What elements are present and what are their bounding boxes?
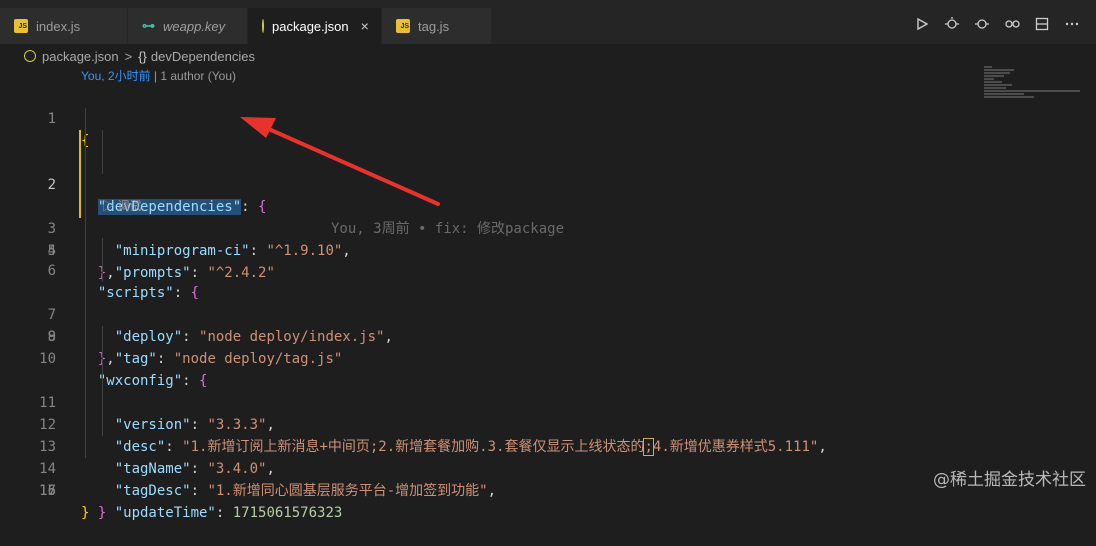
- line-number: 17: [39, 483, 56, 499]
- code-line: 15 "updateTime": 1715061576323: [0, 414, 1096, 521]
- code-line: 7 "deploy": "node deploy/index.js",: [0, 238, 1096, 345]
- indent-guide: [85, 282, 86, 304]
- tab-label: package.json: [272, 18, 349, 34]
- json-file-icon: [24, 50, 36, 62]
- debug-codelens: ▷ 调试: [0, 196, 1096, 216]
- minimap-line: [984, 75, 1004, 77]
- code-token: }: [81, 505, 90, 521]
- indent-guide: [102, 130, 103, 152]
- git-codelens: You, 2小时前 | 1 author (You): [81, 67, 236, 84]
- indent-guide: [102, 260, 103, 282]
- split-editor-icon[interactable]: [1034, 17, 1050, 35]
- circle-dot-icon[interactable]: [974, 17, 990, 35]
- js-file-icon: [14, 19, 28, 33]
- code-line: 6 "scripts": {: [0, 216, 1096, 301]
- more-icon[interactable]: [1064, 17, 1080, 35]
- editor-actions: [914, 8, 1096, 44]
- indent-guide: [85, 108, 86, 130]
- indent-guide: [102, 414, 103, 436]
- minimap-line: [984, 69, 1014, 71]
- codelens-authors[interactable]: | 1 author (You): [151, 69, 236, 83]
- code-line: 17 }: [0, 458, 1096, 521]
- indent-guide: [85, 174, 86, 196]
- code-line: 12 "desc": "1.新增订阅上新消息+中间页;2.新增套餐加购.3.套餐…: [0, 348, 1096, 456]
- key-icon: ⊶: [142, 18, 155, 33]
- indent-guide: [102, 238, 103, 260]
- run-icon[interactable]: [914, 17, 930, 35]
- indent-guide: [102, 348, 103, 370]
- codelens-author-link[interactable]: You, 2小时前: [81, 69, 151, 83]
- minimap-line: [984, 78, 994, 80]
- minimap-line: [984, 66, 992, 68]
- indent-guide: [85, 414, 86, 436]
- code-line: 14 "tagDesc": "1.新增同心圆基层服务平台-增加签到功能",: [0, 392, 1096, 499]
- indent-guide: [85, 152, 86, 174]
- indent-guide: [102, 326, 103, 348]
- indent-guide: [85, 326, 86, 348]
- code-token: }: [97, 505, 107, 521]
- code-line: 1 {: [0, 86, 1096, 149]
- indent-guide: [85, 304, 86, 326]
- code-line: 16 }: [0, 436, 1096, 521]
- indent-guide: [102, 370, 103, 392]
- breadcrumb-separator: >: [124, 48, 133, 64]
- code-token: "1.新增同心圆基层服务平台-增加签到功能": [207, 483, 488, 499]
- tab-index-js[interactable]: index.js: [0, 8, 128, 44]
- tab-label: weapp.key: [163, 18, 226, 34]
- code-line: 3 "miniprogram-ci": "^1.9.10",: [0, 130, 1096, 259]
- breadcrumb: package.json > {} devDependencies: [24, 46, 255, 66]
- title-bar-strip: [0, 0, 1096, 8]
- tab-package-json[interactable]: package.json ×: [248, 8, 382, 44]
- indent-guide: [85, 216, 86, 238]
- toggle-icon[interactable]: [1004, 17, 1020, 35]
- indent-guide: [85, 130, 86, 152]
- minimap-line: [984, 72, 1010, 74]
- code-token: "tagDesc": [114, 483, 191, 499]
- compare-icon[interactable]: [944, 17, 960, 35]
- code-line: 13 "tagName": "3.4.0",: [0, 370, 1096, 477]
- code-token: 1715061576323: [232, 505, 343, 521]
- indent-guide: [85, 370, 86, 392]
- tab-label: tag.js: [418, 18, 450, 34]
- indent-guide: [102, 392, 103, 414]
- code-line: 9 },: [0, 282, 1096, 367]
- indent-guide: [85, 238, 86, 260]
- code-line: 2 "devDependencies": { You, 3周前 • fix: 修…: [0, 108, 1096, 237]
- code-line: 11 "version": "3.3.3",: [0, 326, 1096, 433]
- tab-weapp-key[interactable]: ⊶ weapp.key: [128, 8, 248, 44]
- indent-guide: [102, 152, 103, 174]
- debug-script-button[interactable]: ▷ 调试: [102, 196, 141, 216]
- close-icon[interactable]: ×: [361, 18, 369, 34]
- code-line: 4 "prompts": "^2.4.2": [0, 152, 1096, 281]
- code-line: 8 "tag": "node deploy/tag.js": [0, 260, 1096, 367]
- json-file-icon: [262, 19, 264, 33]
- code-line: 5 },: [0, 174, 1096, 281]
- indent-guide: [85, 196, 86, 216]
- minimap-line: [984, 81, 1002, 83]
- indent-guide: [85, 348, 86, 370]
- tab-label: index.js: [36, 18, 81, 34]
- tab-tag-js[interactable]: tag.js: [382, 8, 492, 44]
- object-symbol-icon: {}: [138, 48, 147, 64]
- breadcrumb-symbol[interactable]: devDependencies: [151, 49, 255, 64]
- indent-guide: [85, 392, 86, 414]
- indent-guide: [85, 260, 86, 282]
- code-token: "updateTime": [114, 505, 216, 521]
- watermark: @稀土掘金技术社区: [933, 470, 1086, 490]
- code-editor[interactable]: 1 { 2 "devDependencies": { You, 3周前 • fi…: [0, 86, 1096, 521]
- breadcrumb-file[interactable]: package.json: [42, 49, 119, 64]
- indent-guide: [85, 436, 86, 458]
- code-line: 10 "wxconfig": {: [0, 304, 1096, 389]
- js-file-icon: [396, 19, 410, 33]
